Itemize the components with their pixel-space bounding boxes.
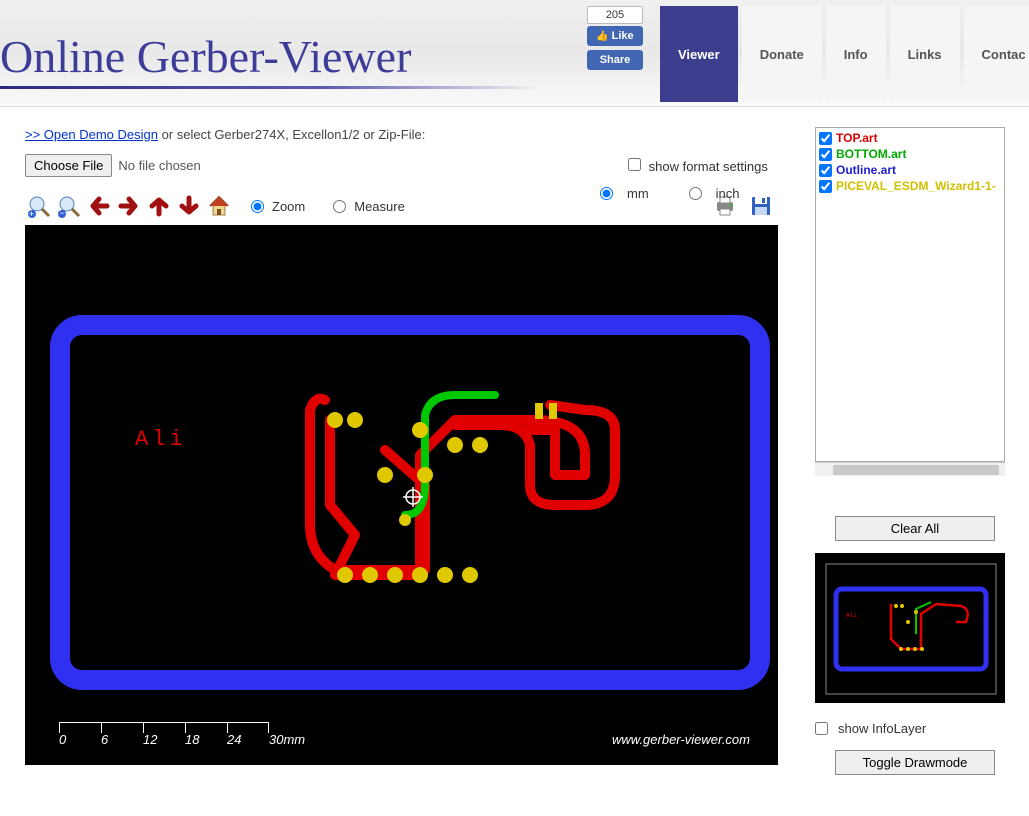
home-icon[interactable]: [205, 192, 233, 220]
svg-text:−: −: [60, 208, 65, 218]
unit-mm-label: mm: [627, 186, 649, 201]
layer-list[interactable]: TOP.art BOTTOM.art Outline.art PICEVAL_ESDM…: [815, 127, 1005, 462]
page-title: Online Gerber-Viewer: [0, 30, 411, 83]
gerber-viewer-canvas[interactable]: Ali 0612182430mm www.gerber-viewer.com: [25, 225, 778, 765]
arrow-left-icon[interactable]: [85, 192, 113, 220]
svg-text:Ali: Ali: [846, 612, 857, 619]
nav-item-contac[interactable]: Contac: [964, 6, 1029, 102]
nav-item-viewer[interactable]: Viewer: [660, 6, 738, 102]
header: Online Gerber-Viewer 205 👍 Like Share Vi…: [0, 0, 1029, 107]
layer-item[interactable]: Outline.art: [819, 163, 1001, 177]
zoom-mode-radio[interactable]: [251, 200, 264, 213]
open-description: or select Gerber274X, Excellon1/2 or Zip…: [158, 127, 425, 142]
title-underline: [0, 86, 540, 89]
pcb-render: Ali: [25, 225, 778, 765]
unit-inch-radio[interactable]: [689, 187, 702, 200]
main-nav: ViewerDonateInfoLinksContac: [660, 6, 1029, 102]
open-row: >> Open Demo Design or select Gerber274X…: [25, 127, 795, 142]
pcb-silkscreen-text: Ali: [135, 427, 187, 452]
content-area: >> Open Demo Design or select Gerber274X…: [0, 107, 1029, 775]
infolayer-checkbox[interactable]: [815, 722, 828, 735]
layer-checkbox[interactable]: [819, 164, 832, 177]
layer-name-label: BOTTOM.art: [836, 147, 906, 161]
measure-mode-radio[interactable]: [333, 200, 346, 213]
right-column: TOP.art BOTTOM.art Outline.art PICEVAL_ESDM…: [815, 127, 1015, 775]
arrow-up-icon[interactable]: [145, 192, 173, 220]
scale-ruler: 0612182430mm: [59, 722, 311, 747]
nav-item-info[interactable]: Info: [826, 6, 886, 102]
layer-list-scrollbar[interactable]: [815, 462, 1005, 476]
infolayer-row: show InfoLayer: [815, 721, 1015, 736]
watermark-text: www.gerber-viewer.com: [612, 732, 750, 747]
fb-like-count: 205: [587, 6, 643, 24]
nav-item-links[interactable]: Links: [890, 6, 960, 102]
layer-checkbox[interactable]: [819, 148, 832, 161]
measure-mode-label: Measure: [354, 199, 405, 214]
units-row: mm inch: [600, 186, 770, 201]
unit-inch-label: inch: [716, 186, 740, 201]
unit-mm-radio[interactable]: [600, 187, 613, 200]
open-demo-link[interactable]: >> Open Demo Design: [25, 127, 158, 142]
layer-item[interactable]: BOTTOM.art: [819, 147, 1001, 161]
fb-like-button[interactable]: 👍 Like: [587, 26, 643, 46]
layer-name-label: Outline.art: [836, 163, 896, 177]
choose-file-button[interactable]: Choose File: [25, 154, 112, 177]
fb-share-button[interactable]: Share: [587, 50, 643, 70]
layer-checkbox[interactable]: [819, 132, 832, 145]
layer-item[interactable]: PICEVAL_ESDM_Wizard1-1-: [819, 179, 1001, 193]
nav-item-donate[interactable]: Donate: [742, 6, 822, 102]
left-column: >> Open Demo Design or select Gerber274X…: [25, 127, 795, 775]
infolayer-label: show InfoLayer: [838, 721, 926, 736]
zoom-mode-label: Zoom: [272, 199, 305, 214]
toggle-drawmode-button[interactable]: Toggle Drawmode: [835, 750, 995, 775]
arrow-down-icon[interactable]: [175, 192, 203, 220]
zoom-in-icon[interactable]: +: [25, 192, 53, 220]
clear-all-button[interactable]: Clear All: [835, 516, 995, 541]
svg-text:+: +: [29, 209, 34, 218]
file-status-text: No file chosen: [118, 158, 200, 173]
layer-item[interactable]: TOP.art: [819, 131, 1001, 145]
format-settings-checkbox[interactable]: [628, 158, 641, 171]
layer-name-label: TOP.art: [836, 131, 878, 145]
format-settings-label: show format settings: [649, 159, 768, 174]
layer-checkbox[interactable]: [819, 180, 832, 193]
overview-thumbnail[interactable]: Ali: [815, 553, 1005, 703]
zoom-out-icon[interactable]: −: [55, 192, 83, 220]
mode-radios: Zoom Measure: [251, 199, 425, 214]
facebook-widget: 205 👍 Like Share: [587, 6, 645, 74]
layer-name-label: PICEVAL_ESDM_Wizard1-1-: [836, 179, 996, 193]
arrow-right-icon[interactable]: [115, 192, 143, 220]
format-settings-row: show format settings: [628, 158, 768, 174]
